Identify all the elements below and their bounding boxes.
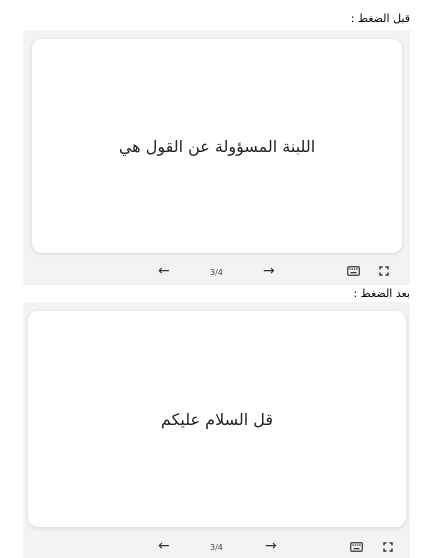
before-label: قبل الضغط : bbox=[350, 12, 410, 25]
flashcard-viewer-after: قل السلام عليكم ← 3/4 → bbox=[23, 302, 410, 558]
fullscreen-button[interactable] bbox=[379, 266, 389, 276]
arrow-left-icon: ← bbox=[158, 538, 170, 554]
flashcard[interactable]: اللبنة المسؤولة عن القول هي bbox=[32, 39, 402, 253]
keyboard-icon bbox=[350, 542, 363, 552]
arrow-right-icon: → bbox=[263, 263, 275, 279]
fullscreen-button[interactable] bbox=[383, 542, 393, 552]
flashcard-text: اللبنة المسؤولة عن القول هي bbox=[118, 136, 316, 156]
page-indicator: 3/4 bbox=[210, 268, 223, 277]
flashcard-viewer-before: اللبنة المسؤولة عن القول هي ← 3/4 → bbox=[23, 30, 410, 285]
arrow-left-icon: ← bbox=[158, 263, 170, 279]
page-indicator: 3/4 bbox=[210, 543, 223, 552]
keyboard-button[interactable] bbox=[347, 266, 360, 276]
arrow-right-icon: → bbox=[265, 538, 277, 554]
prev-button[interactable]: ← bbox=[158, 539, 170, 553]
keyboard-icon bbox=[347, 266, 360, 276]
fullscreen-icon bbox=[379, 266, 389, 276]
prev-button[interactable]: ← bbox=[158, 264, 170, 278]
flashcard[interactable]: قل السلام عليكم bbox=[28, 311, 406, 527]
next-button[interactable]: → bbox=[265, 539, 277, 553]
after-label: بعد الضغط : bbox=[353, 287, 410, 300]
fullscreen-icon bbox=[383, 542, 393, 552]
keyboard-button[interactable] bbox=[350, 542, 363, 552]
next-button[interactable]: → bbox=[263, 264, 275, 278]
flashcard-text: قل السلام عليكم bbox=[160, 409, 274, 429]
